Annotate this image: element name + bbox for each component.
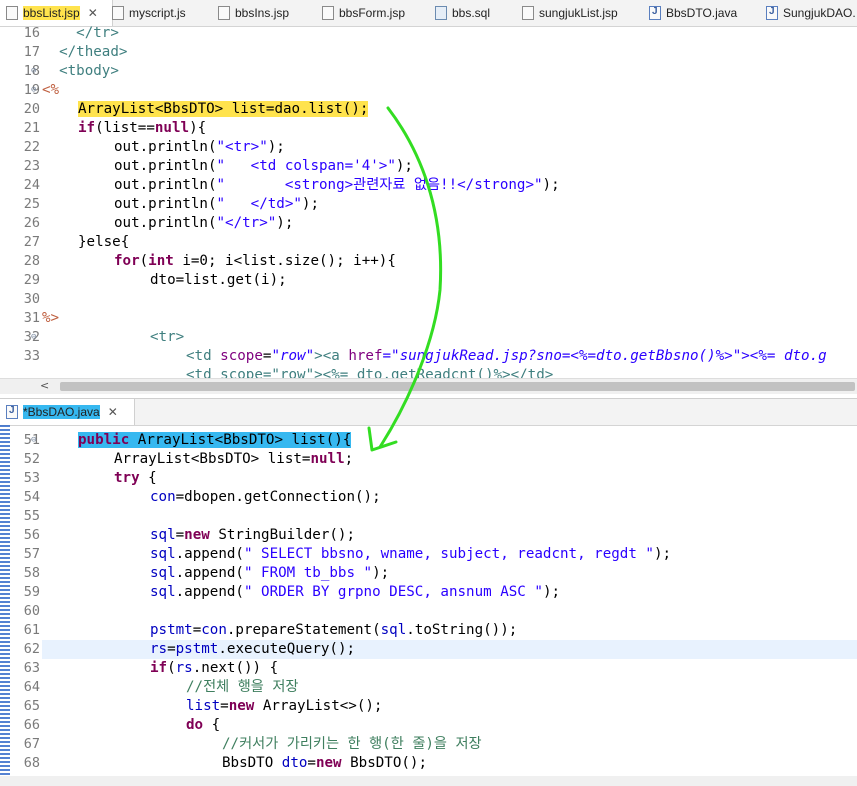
code-line: BbsDTO dto=new BbsDTO(); <box>222 755 428 771</box>
code-line: %> <box>42 310 60 326</box>
line-number: 17 <box>23 44 40 60</box>
code-line: </thead> <box>42 44 128 60</box>
line-number: 33 <box>23 348 40 364</box>
highlighted-call: ArrayList<BbsDTO> list=dao.list(); <box>78 101 369 117</box>
line-number: 26 <box>23 215 40 231</box>
current-line-highlight <box>42 640 857 659</box>
line-number: 27 <box>23 234 40 250</box>
code-line: ArrayList<BbsDTO> list=null; <box>114 451 354 467</box>
line-number: 24 <box>23 177 40 193</box>
line-number: 25 <box>23 196 40 212</box>
code-line: for(int i=0; i<list.size(); i++){ <box>114 253 396 269</box>
code-line: //커서가 가리키는 한 행(한 줄)을 저장 <box>222 736 482 752</box>
code-line: try { <box>114 470 157 486</box>
fold-marker-icon[interactable]: ⊖ <box>31 66 36 76</box>
code-line: public ArrayList<BbsDTO> list(){ <box>78 431 352 450</box>
line-number: 21 <box>23 120 40 136</box>
code-line: <tbody> <box>42 63 119 79</box>
line-number: 30 <box>23 291 40 307</box>
scroll-left-icon[interactable]: < <box>40 379 49 392</box>
close-icon[interactable]: ✕ <box>108 405 118 419</box>
code-line: out.println(" </td>"); <box>114 196 320 212</box>
fold-marker-icon[interactable]: ⊖ <box>31 85 36 95</box>
code-line: out.println(" <td colspan='4'>"); <box>114 158 413 174</box>
dao-tab-bar: *BbsDAO.java ✕ <box>0 398 857 426</box>
arrowhead <box>367 426 398 452</box>
code-line: <% <box>42 82 60 98</box>
tab-bbsdao-java[interactable]: *BbsDAO.java ✕ <box>0 399 135 425</box>
java-file-icon <box>6 405 18 419</box>
code-line: sql.append(" FROM tb_bbs "); <box>150 565 390 581</box>
code-line: <td scope="row"><%= dto.getReadcnt()%></… <box>186 367 554 378</box>
code-line: }else{ <box>78 234 130 250</box>
code-line: sql.append(" SELECT bbsno, wname, subjec… <box>150 546 672 562</box>
code-line: <td scope="row"><a href="sungjukRead.jsp… <box>186 348 827 364</box>
line-number: 29 <box>23 272 40 288</box>
code-line: ArrayList<BbsDTO> list=dao.list(); <box>78 100 369 119</box>
fold-marker-icon[interactable]: ⊖ <box>31 332 36 342</box>
code-line: out.println("<tr>"); <box>114 139 285 155</box>
code-line: dto=list.get(i); <box>150 272 287 288</box>
code-line: if(rs.next()) { <box>150 660 279 676</box>
bottom-scrollbar[interactable] <box>0 776 857 786</box>
code-line: con=dbopen.getConnection(); <box>150 489 381 505</box>
code-line: sql.append(" ORDER BY grpno DESC, ansnum… <box>150 584 561 600</box>
code-line: out.println(" <strong>관련자료 없음!!</strong>… <box>114 177 560 193</box>
fold-marker-icon[interactable]: ⊖ <box>31 435 36 445</box>
line-number: 22 <box>23 139 40 155</box>
code-line: sql=new StringBuilder(); <box>150 527 356 543</box>
jsp-editor[interactable]: 16 17 18 19 20 21 22 23 24 25 26 27 28 2… <box>0 0 857 378</box>
line-number: 28 <box>23 253 40 269</box>
line-number: 20 <box>23 101 40 117</box>
line-number: 31 <box>23 310 40 326</box>
change-ruler <box>0 425 10 786</box>
scrollbar-thumb[interactable] <box>60 382 855 391</box>
code-line: do { <box>186 717 221 733</box>
horizontal-scrollbar[interactable]: < <box>0 378 857 394</box>
code-line: </tr> <box>42 25 119 41</box>
line-number: 16 <box>23 25 40 41</box>
code-line: out.println("</tr>"); <box>114 215 294 231</box>
line-number: 23 <box>23 158 40 174</box>
code-line: if(list==null){ <box>78 120 207 136</box>
code-line: list=new ArrayList<>(); <box>186 698 383 714</box>
code-line: //전체 행을 저장 <box>186 679 299 695</box>
code-line: pstmt=con.prepareStatement(sql.toString(… <box>150 622 518 638</box>
code-line: rs=pstmt.executeQuery(); <box>150 641 356 657</box>
highlighted-method: public ArrayList<BbsDTO> list(){ <box>78 432 352 448</box>
code-line: <tr> <box>150 329 185 345</box>
tab-label: *BbsDAO.java <box>23 405 100 419</box>
